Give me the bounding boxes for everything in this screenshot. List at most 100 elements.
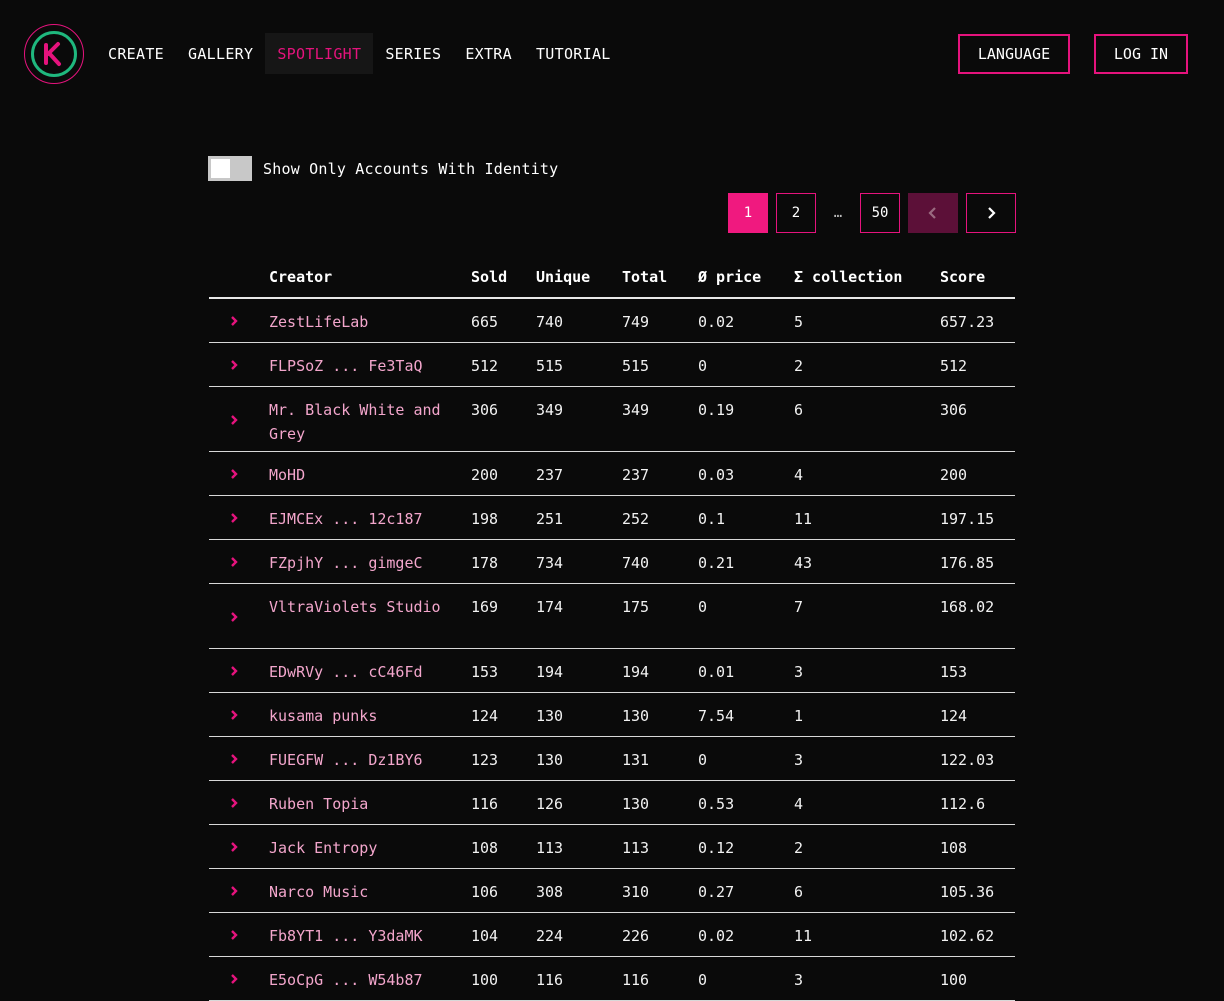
page-1-button[interactable]: 1 bbox=[728, 193, 768, 233]
cell-score: 100 bbox=[940, 971, 968, 989]
col-score[interactable]: Score bbox=[940, 268, 985, 286]
cell-sold: 100 bbox=[471, 971, 499, 989]
nav-item-gallery[interactable]: GALLERY bbox=[176, 33, 265, 74]
login-button[interactable]: LOG IN bbox=[1094, 34, 1188, 74]
cell-total: 226 bbox=[622, 927, 650, 945]
col-avg-price[interactable]: Ø price bbox=[698, 268, 761, 286]
cell-total: 194 bbox=[622, 663, 650, 681]
page-ellipsis: … bbox=[833, 205, 843, 221]
chevron-right-icon bbox=[988, 207, 996, 219]
expand-chevron-icon[interactable] bbox=[228, 512, 240, 524]
col-unique[interactable]: Unique bbox=[536, 268, 590, 286]
expand-chevron-icon[interactable] bbox=[228, 414, 240, 426]
expand-chevron-icon[interactable] bbox=[228, 611, 240, 623]
creator-link[interactable]: FZpjhY ... gimgeC bbox=[269, 551, 444, 575]
expand-chevron-icon[interactable] bbox=[228, 929, 240, 941]
main-nav: CREATE GALLERY SPOTLIGHT SERIES EXTRA TU… bbox=[96, 33, 623, 74]
expand-chevron-icon[interactable] bbox=[228, 359, 240, 371]
cell-collection: 3 bbox=[794, 971, 804, 989]
nav-item-create[interactable]: CREATE bbox=[96, 33, 176, 74]
expand-chevron-icon[interactable] bbox=[228, 665, 240, 677]
toggle-knob bbox=[211, 159, 230, 178]
cell-total: 131 bbox=[622, 751, 650, 769]
pagination: 1 2 … 50 bbox=[0, 193, 1224, 233]
cell-score: 200 bbox=[940, 466, 968, 484]
expand-chevron-icon[interactable] bbox=[228, 468, 240, 480]
expand-chevron-icon[interactable] bbox=[228, 709, 240, 721]
nav-item-series[interactable]: SERIES bbox=[373, 33, 453, 74]
creator-link[interactable]: E5oCpG ... W54b87 bbox=[269, 968, 444, 992]
creator-link[interactable]: Ruben Topia bbox=[269, 792, 444, 816]
creator-link[interactable]: FUEGFW ... Dz1BY6 bbox=[269, 748, 444, 772]
page-50-button[interactable]: 50 bbox=[860, 193, 900, 233]
cell-avg-price: 0 bbox=[698, 357, 708, 375]
cell-avg-price: 0.1 bbox=[698, 510, 726, 528]
nav-item-extra[interactable]: EXTRA bbox=[453, 33, 524, 74]
nav-item-spotlight[interactable]: SPOTLIGHT bbox=[265, 33, 374, 74]
table-row[interactable]: FZpjhY ... gimgeC 178 734 740 0.21 43 176.85 bbox=[209, 540, 1015, 584]
col-sold[interactable]: Sold bbox=[471, 268, 507, 286]
col-total[interactable]: Total bbox=[622, 268, 667, 286]
expand-chevron-icon[interactable] bbox=[228, 885, 240, 897]
cell-sold: 123 bbox=[471, 751, 499, 769]
table-body: ZestLifeLab 665 740 749 0.02 5 657.23 FLPSoZ ..… bbox=[209, 299, 1015, 1001]
creator-link[interactable]: Narco Music bbox=[269, 880, 444, 904]
creator-link[interactable]: MoHD bbox=[269, 463, 444, 487]
table-row[interactable]: ZestLifeLab 665 740 749 0.02 5 657.23 bbox=[209, 299, 1015, 343]
chevron-left-icon bbox=[928, 207, 936, 219]
cell-collection: 4 bbox=[794, 795, 804, 813]
cell-total: 130 bbox=[622, 707, 650, 725]
table-row[interactable]: FUEGFW ... Dz1BY6 123 130 131 0 3 122.03 bbox=[209, 737, 1015, 781]
cell-sold: 200 bbox=[471, 466, 499, 484]
table-header: Creator Sold Unique Total Ø price Σ coll… bbox=[209, 256, 1015, 299]
table-row[interactable]: EDwRVy ... cC46Fd 153 194 194 0.01 3 153 bbox=[209, 649, 1015, 693]
identity-toggle[interactable] bbox=[208, 156, 252, 181]
cell-total: 515 bbox=[622, 357, 650, 375]
nav-item-tutorial[interactable]: TUTORIAL bbox=[524, 33, 623, 74]
creator-link[interactable]: ZestLifeLab bbox=[269, 310, 444, 334]
cell-collection: 1 bbox=[794, 707, 804, 725]
cell-total: 310 bbox=[622, 883, 650, 901]
expand-chevron-icon[interactable] bbox=[228, 973, 240, 985]
table-row[interactable]: EJMCEx ... 12c187 198 251 252 0.1 11 197.15 bbox=[209, 496, 1015, 540]
col-creator[interactable]: Creator bbox=[269, 268, 332, 286]
creator-link[interactable]: Jack Entropy bbox=[269, 836, 444, 860]
creator-link[interactable]: Fb8YT1 ... Y3daMK bbox=[269, 924, 444, 948]
table-row[interactable]: Fb8YT1 ... Y3daMK 104 224 226 0.02 11 102.62 bbox=[209, 913, 1015, 957]
expand-chevron-icon[interactable] bbox=[228, 556, 240, 568]
creator-link[interactable]: FLPSoZ ... Fe3TaQ bbox=[269, 354, 444, 378]
logo[interactable] bbox=[24, 24, 84, 84]
col-collection[interactable]: Σ collection bbox=[794, 268, 902, 286]
cell-avg-price: 0.19 bbox=[698, 401, 735, 419]
table-row[interactable]: MoHD 200 237 237 0.03 4 200 bbox=[209, 452, 1015, 496]
table-row[interactable]: VltraViolets Studio 169 174 175 0 7 168.02 bbox=[209, 584, 1015, 649]
cell-collection: 11 bbox=[794, 510, 813, 528]
table-row[interactable]: Narco Music 106 308 310 0.27 6 105.36 bbox=[209, 869, 1015, 913]
expand-chevron-icon[interactable] bbox=[228, 797, 240, 809]
cell-total: 349 bbox=[622, 401, 650, 419]
table-row[interactable]: Ruben Topia 116 126 130 0.53 4 112.6 bbox=[209, 781, 1015, 825]
language-button[interactable]: LANGUAGE bbox=[958, 34, 1070, 74]
next-page-button[interactable] bbox=[966, 193, 1016, 233]
table-row[interactable]: kusama punks 124 130 130 7.54 1 124 bbox=[209, 693, 1015, 737]
creator-link[interactable]: kusama punks bbox=[269, 704, 444, 728]
cell-collection: 3 bbox=[794, 751, 804, 769]
prev-page-button[interactable] bbox=[908, 193, 958, 233]
page-2-button[interactable]: 2 bbox=[776, 193, 816, 233]
expand-chevron-icon[interactable] bbox=[228, 315, 240, 327]
table-row[interactable]: Mr. Black White and Grey 306 349 349 0.19 6 30… bbox=[209, 387, 1015, 452]
expand-chevron-icon[interactable] bbox=[228, 841, 240, 853]
cell-avg-price: 0.21 bbox=[698, 554, 735, 572]
expand-chevron-icon[interactable] bbox=[228, 753, 240, 765]
creator-link[interactable]: EJMCEx ... 12c187 bbox=[269, 507, 444, 531]
cell-sold: 106 bbox=[471, 883, 499, 901]
cell-total: 252 bbox=[622, 510, 650, 528]
cell-unique: 126 bbox=[536, 795, 564, 813]
table-row[interactable]: FLPSoZ ... Fe3TaQ 512 515 515 0 2 512 bbox=[209, 343, 1015, 387]
creator-link[interactable]: VltraViolets Studio bbox=[269, 595, 444, 619]
table-row[interactable]: Jack Entropy 108 113 113 0.12 2 108 bbox=[209, 825, 1015, 869]
table-row[interactable]: E5oCpG ... W54b87 100 116 116 0 3 100 bbox=[209, 957, 1015, 1001]
cell-unique: 113 bbox=[536, 839, 564, 857]
creator-link[interactable]: EDwRVy ... cC46Fd bbox=[269, 660, 444, 684]
creator-link[interactable]: Mr. Black White and Grey bbox=[269, 398, 444, 446]
